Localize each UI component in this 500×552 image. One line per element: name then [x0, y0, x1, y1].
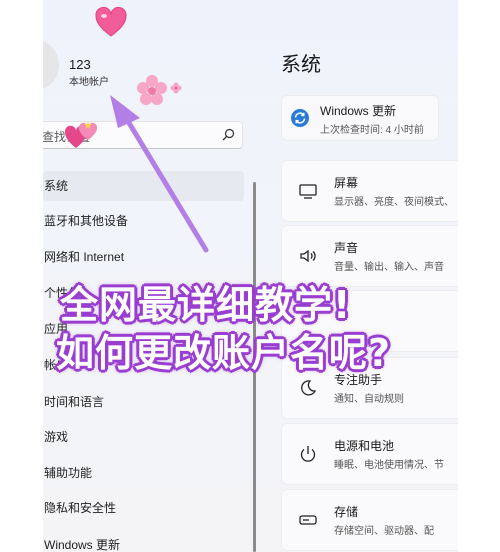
- card-subtitle: 通知、自动规则: [334, 394, 404, 405]
- overlay-title-line1: 全网最详细教学!: [60, 283, 352, 327]
- speaker-icon: [300, 249, 316, 263]
- sidebar-item-system[interactable]: 系统: [43, 171, 244, 201]
- overlay-title-line2: 如何更改账户名呢?: [56, 331, 392, 375]
- card-subtitle: 音量、输出、输入、声音: [334, 262, 444, 273]
- account-type: 本地帐户: [69, 77, 109, 88]
- card-title: 存储: [334, 505, 359, 519]
- card-subtitle: 存储空间、驱动器、配: [334, 526, 434, 537]
- sidebar-item-label: Windows 更新: [44, 538, 121, 552]
- sidebar-item-label: 系统: [44, 179, 69, 193]
- account-name: 123: [69, 57, 91, 72]
- sidebar-item-accessibility[interactable]: 辅助功能: [43, 458, 244, 488]
- update-subtitle: 上次检查时间: 4 小时前: [320, 125, 424, 136]
- search-icon: [222, 128, 235, 141]
- card-subtitle: 睡眠、电池使用情况、节: [334, 460, 444, 471]
- card-title: 屏幕: [334, 176, 359, 190]
- power-icon: [300, 446, 316, 462]
- moon-icon: [301, 380, 317, 396]
- sidebar-item-gaming[interactable]: 游戏: [43, 422, 244, 452]
- power-card[interactable]: 电源和电池 睡眠、电池使用情况、节: [281, 423, 458, 485]
- display-card[interactable]: 屏幕 显示器、亮度、夜间模式、: [281, 160, 458, 222]
- search-placeholder: 查找设置: [43, 130, 91, 144]
- sidebar-item-label: 网络和 Internet: [44, 250, 125, 264]
- avatar[interactable]: [43, 40, 59, 90]
- search-input[interactable]: 查找设置: [43, 121, 243, 149]
- sidebar-item-windows-update[interactable]: Windows 更新: [43, 530, 244, 552]
- sidebar-item-privacy[interactable]: 隐私和安全性: [43, 493, 244, 523]
- card-title: 声音: [334, 241, 359, 255]
- sidebar-item-label: 蓝牙和其他设备: [44, 214, 129, 228]
- sidebar-item-label: 隐私和安全性: [44, 501, 117, 515]
- sidebar-item-label: 辅助功能: [44, 466, 93, 480]
- monitor-icon: [299, 184, 317, 199]
- sync-icon: [291, 109, 309, 127]
- sidebar-item-label: 时间和语言: [44, 395, 105, 409]
- page-title: 系统: [281, 54, 321, 76]
- storage-card[interactable]: 存储 存储空间、驱动器、配: [281, 489, 458, 551]
- sidebar-item-network[interactable]: 网络和 Internet: [43, 242, 244, 272]
- card-subtitle: 显示器、亮度、夜间模式、: [334, 197, 454, 208]
- update-title: Windows 更新: [320, 104, 397, 118]
- sidebar-item-time-language[interactable]: 时间和语言: [43, 387, 244, 417]
- storage-icon: [299, 515, 317, 525]
- sidebar-item-label: 游戏: [44, 430, 69, 444]
- card-title: 电源和电池: [334, 439, 395, 453]
- windows-update-card[interactable]: Windows 更新 上次检查时间: 4 小时前: [281, 95, 439, 141]
- sidebar-item-bluetooth[interactable]: 蓝牙和其他设备: [43, 206, 244, 236]
